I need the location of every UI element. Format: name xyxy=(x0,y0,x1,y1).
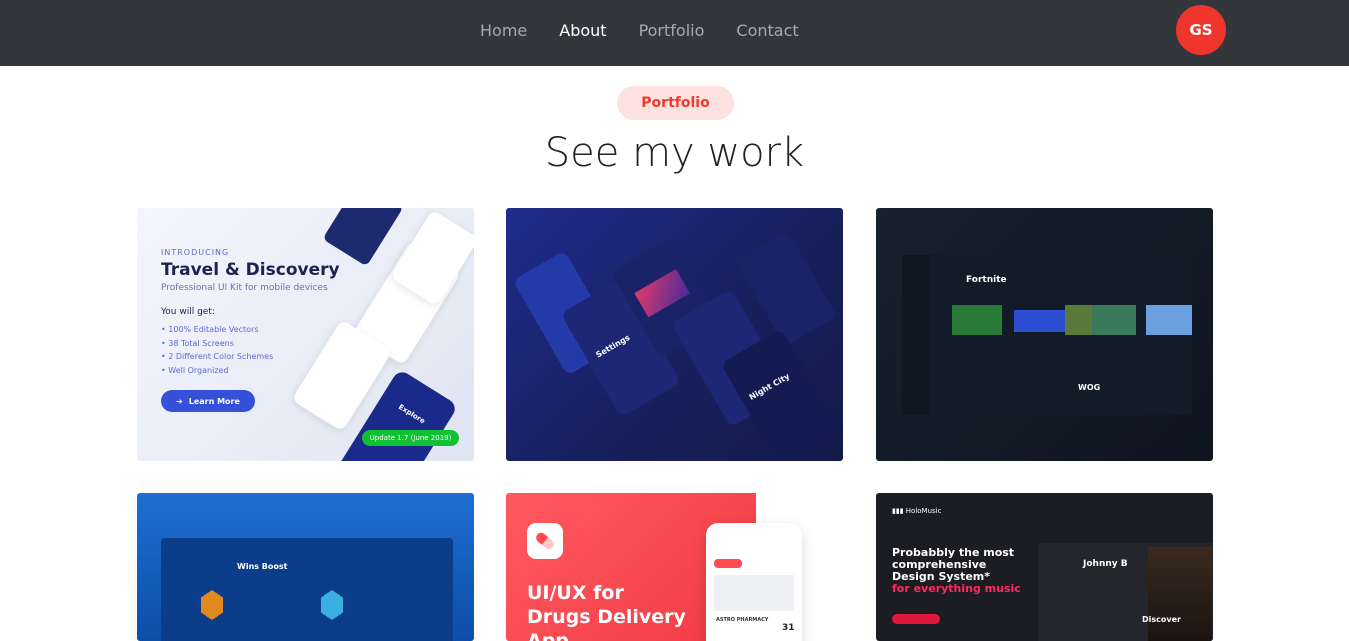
portfolio-card-drugs[interactable]: UI/UX for Drugs Delivery App ASTRO PHARM… xyxy=(506,493,843,641)
portfolio-card-travel[interactable]: INTRODUCING Travel & Discovery Professio… xyxy=(137,208,474,461)
wins-boost-tab: Wins Boost xyxy=(237,562,288,571)
music-brand: ▮▮▮ HoloMusic xyxy=(892,507,941,515)
portfolio-card-dark-ui[interactable]: Settings Night City xyxy=(506,208,843,461)
dashboard-mockup: Wins Boost xyxy=(161,538,453,641)
drugs-title-line: Drugs Delivery xyxy=(527,606,686,628)
travel-subtitle: Professional UI Kit for mobile devices xyxy=(161,283,328,293)
game-thumb xyxy=(1092,305,1136,335)
music-brand-label: HoloMusic xyxy=(905,507,942,515)
drugs-title: UI/UX for Drugs Delivery App xyxy=(527,581,686,641)
phone-mockup xyxy=(322,208,404,267)
dashboard-sidebar xyxy=(902,255,930,415)
music-cta-button[interactable] xyxy=(892,614,940,624)
drugs-title-line: App xyxy=(527,630,569,641)
portfolio-card-gaming[interactable]: Wins Boost xyxy=(137,493,474,641)
travel-bullets: • 100% Editable Vectors • 38 Total Scree… xyxy=(161,323,273,377)
game-thumb xyxy=(1146,305,1192,335)
nav-home-link[interactable]: Home xyxy=(480,21,527,40)
learn-more-label: Learn More xyxy=(188,396,240,406)
travel-title: Travel & Discovery xyxy=(161,260,340,280)
map-area xyxy=(714,575,794,611)
wog-logo: WOG xyxy=(1078,383,1101,392)
phone-mockup: ASTRO PHARMACY 31 xyxy=(706,523,802,641)
music-headline: Probabbly the most comprehensive Design … xyxy=(892,547,1021,595)
learn-more-button[interactable]: ➔ Learn More xyxy=(161,390,255,412)
neon-image xyxy=(634,269,690,318)
user-avatar[interactable]: GS xyxy=(1176,5,1226,55)
game-thumb xyxy=(952,305,1002,335)
mock-explore-label: Explore xyxy=(396,402,427,426)
music-app-mockup: Johnny B Discover xyxy=(1038,543,1213,641)
nav-portfolio-link[interactable]: Portfolio xyxy=(639,21,705,40)
discover-label: Discover xyxy=(1142,615,1181,624)
artist-photo xyxy=(1148,547,1212,641)
artist-name: Johnny B xyxy=(1083,559,1128,569)
mock-night-city-label: Night City xyxy=(747,371,792,402)
mock-settings-label: Settings xyxy=(594,332,632,360)
equalizer-icon: ▮▮▮ xyxy=(892,507,906,515)
pharmacy-count: 31 xyxy=(782,623,795,633)
travel-bullet: • 38 Total Screens xyxy=(161,338,234,348)
dashboard-title: Fortnite xyxy=(966,275,1007,285)
update-badge: Update 1.7 (June 2019) xyxy=(362,430,459,446)
drugs-title-line: UI/UX for xyxy=(527,582,624,604)
section-title: See my work xyxy=(544,130,805,176)
arrow-circle-icon: ➔ xyxy=(176,396,183,406)
top-navbar: Home About Portfolio Contact GS xyxy=(0,0,1349,66)
nav-links: Home About Portfolio Contact xyxy=(480,0,831,60)
travel-eyebrow: INTRODUCING xyxy=(161,248,230,257)
travel-bullet: • Well Organized xyxy=(161,365,229,375)
travel-bullet: • 2 Different Color Schemes xyxy=(161,352,274,361)
rank-badge-icon xyxy=(321,590,343,620)
pill-icon xyxy=(527,523,563,559)
pharmacy-name: ASTRO PHARMACY xyxy=(716,617,769,623)
filter-chip xyxy=(714,559,742,568)
rank-badge-icon xyxy=(201,590,223,620)
portfolio-card-music[interactable]: ▮▮▮ HoloMusic Probabbly the most compreh… xyxy=(876,493,1213,641)
travel-you-get: You will get: xyxy=(161,307,215,317)
section-pill: Portfolio xyxy=(617,86,734,120)
dashboard-mockup: Fortnite WOG xyxy=(902,255,1192,415)
nav-contact-link[interactable]: Contact xyxy=(736,21,798,40)
nav-about-link[interactable]: About xyxy=(559,21,606,40)
travel-bullet: • 100% Editable Vectors xyxy=(161,325,259,334)
portfolio-card-fortnite[interactable]: Fortnite WOG xyxy=(876,208,1213,461)
music-tagline: for everything music xyxy=(892,582,1021,595)
